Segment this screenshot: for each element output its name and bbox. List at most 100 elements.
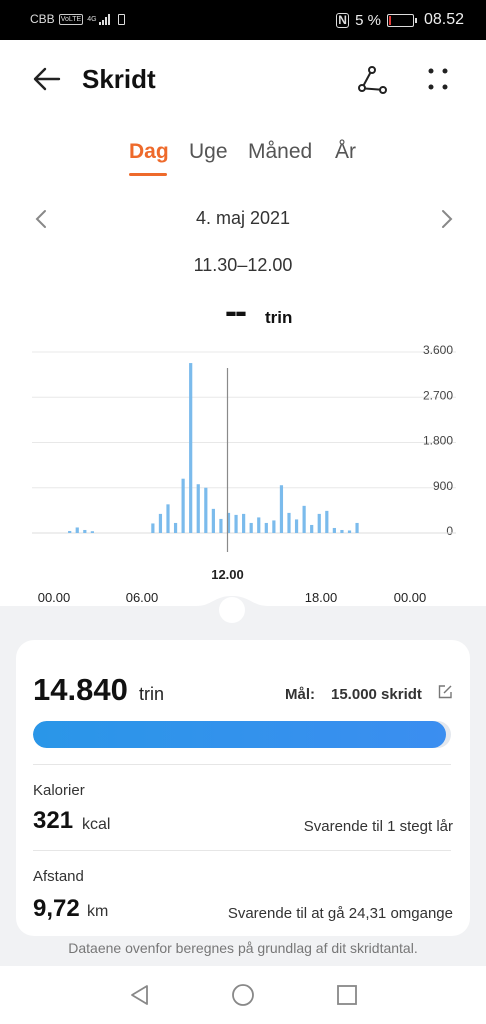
y-tick-label: 3.600	[423, 343, 453, 357]
tab-day[interactable]: Dag	[129, 140, 169, 164]
calories-unit: kcal	[82, 816, 111, 833]
chart-bar	[310, 524, 314, 533]
chart-bar	[234, 514, 238, 533]
chart-bar	[68, 530, 72, 533]
tab-indicator	[129, 173, 167, 176]
more-button[interactable]	[420, 62, 456, 98]
app-bar: Skridt	[0, 40, 486, 118]
chart-bar	[355, 522, 359, 533]
selected-time-range: 11.30–12.00	[193, 255, 293, 275]
back-button[interactable]	[30, 62, 64, 96]
scrubber-handle	[219, 597, 245, 623]
chart-bar	[287, 512, 291, 533]
chart-bar	[249, 522, 253, 533]
chart-bar	[90, 531, 94, 533]
date-navigator: 4. maj 2021	[0, 204, 486, 234]
steps-total: 14.840	[33, 672, 128, 707]
chart-bar	[347, 530, 352, 533]
period-tabs: Dag Uge Måned År	[0, 140, 486, 180]
selected-unit: trin	[265, 308, 293, 327]
chart-scrubber[interactable]	[0, 596, 486, 646]
nav-recents-button[interactable]	[334, 982, 360, 1008]
battery-icon	[386, 13, 417, 27]
chart-bar	[151, 523, 155, 533]
goal-label: Mål:	[285, 686, 315, 703]
nfc-icon: N	[336, 12, 350, 28]
chart-bar	[302, 505, 306, 533]
chart-bar	[83, 529, 87, 533]
signal-icon	[98, 13, 110, 25]
edit-goal-button[interactable]	[437, 684, 453, 700]
chart-bar	[272, 520, 276, 533]
sim-icon	[117, 13, 125, 25]
carrier-name: CBB	[30, 12, 55, 26]
chart-bar	[332, 527, 336, 533]
chart-bar	[189, 363, 193, 533]
chart-bar	[219, 518, 223, 533]
chart-bar	[158, 513, 163, 533]
y-tick-label: 2.700	[423, 388, 453, 402]
tab-week[interactable]: Uge	[189, 140, 228, 164]
status-bar: CBB VoLTE 4G N 5 % 08.52	[0, 0, 486, 40]
goal-progress-bar	[33, 721, 451, 748]
steps-unit: trin	[139, 684, 165, 704]
chart-bar	[264, 522, 268, 533]
distance-unit: km	[87, 903, 109, 920]
tab-month[interactable]: Måned	[248, 140, 312, 164]
y-tick-label: 900	[433, 479, 453, 493]
selected-time-label: 12.00	[211, 567, 244, 582]
share-button[interactable]	[354, 62, 390, 98]
tab-year[interactable]: År	[335, 140, 356, 164]
steps-bar-chart[interactable]: 3.6002.7001.800900012.0000.00 06.00 18.00 0…	[0, 340, 486, 610]
divider	[33, 850, 451, 851]
network-type: 4G	[87, 15, 97, 23]
page-title: Skridt	[82, 64, 156, 94]
circle-home-icon	[232, 984, 254, 1006]
more-dots-icon	[428, 68, 448, 90]
calories-label: Kalorier	[33, 782, 85, 799]
chart-bar	[242, 513, 246, 533]
chevron-right-icon	[442, 210, 453, 228]
chart-bar	[166, 504, 170, 533]
volte-badge: VoLTE	[58, 13, 84, 25]
y-tick-label: 0	[446, 524, 453, 538]
steps-summary-card: 14.840 trin Mål: 15.000 skridt Kalorier …	[16, 640, 470, 936]
distance-equivalent: Svarende til at gå 24,31 omgange	[227, 905, 453, 922]
goal-value[interactable]: 15.000 skridt	[331, 686, 422, 703]
status-left: CBB VoLTE 4G	[30, 12, 125, 26]
chart-bar	[340, 529, 344, 533]
next-day-button[interactable]	[436, 208, 456, 230]
nav-home-button[interactable]	[230, 982, 256, 1008]
chart-bar	[173, 522, 178, 533]
distance-value: 9,72	[33, 895, 80, 922]
chart-bar	[181, 478, 185, 533]
goal-progress-fill	[33, 721, 447, 748]
triangle-back-icon	[131, 985, 148, 1005]
footnote: Dataene ovenfor beregnes på grundlag af …	[68, 940, 418, 956]
clock: 08.52	[423, 11, 464, 28]
square-recents-icon	[337, 985, 357, 1005]
chart-bar	[204, 487, 208, 533]
chart-bar	[325, 510, 329, 533]
chart-bar	[211, 508, 215, 533]
chart-bar	[257, 517, 261, 533]
chart-bar	[196, 484, 200, 533]
y-tick-label: 1.800	[423, 434, 453, 448]
arrow-left-icon	[33, 67, 61, 91]
edit-icon	[438, 685, 452, 699]
chart-bar	[75, 527, 79, 533]
system-nav-bar	[0, 966, 486, 1024]
calories-equivalent: Svarende til 1 stegt lår	[303, 818, 453, 835]
divider	[33, 764, 451, 765]
chart-bar	[317, 513, 321, 533]
chart-bar	[294, 519, 299, 533]
calories-value: 321	[33, 807, 74, 834]
selected-value: --	[225, 290, 247, 331]
status-right: N 5 % 08.52	[336, 11, 464, 29]
chart-bar	[279, 485, 284, 533]
nav-back-button[interactable]	[127, 982, 153, 1008]
distance-label: Afstand	[33, 868, 84, 885]
share-icon	[358, 66, 387, 94]
battery-percent: 5 %	[355, 11, 381, 29]
current-date: 4. maj 2021	[195, 208, 291, 228]
